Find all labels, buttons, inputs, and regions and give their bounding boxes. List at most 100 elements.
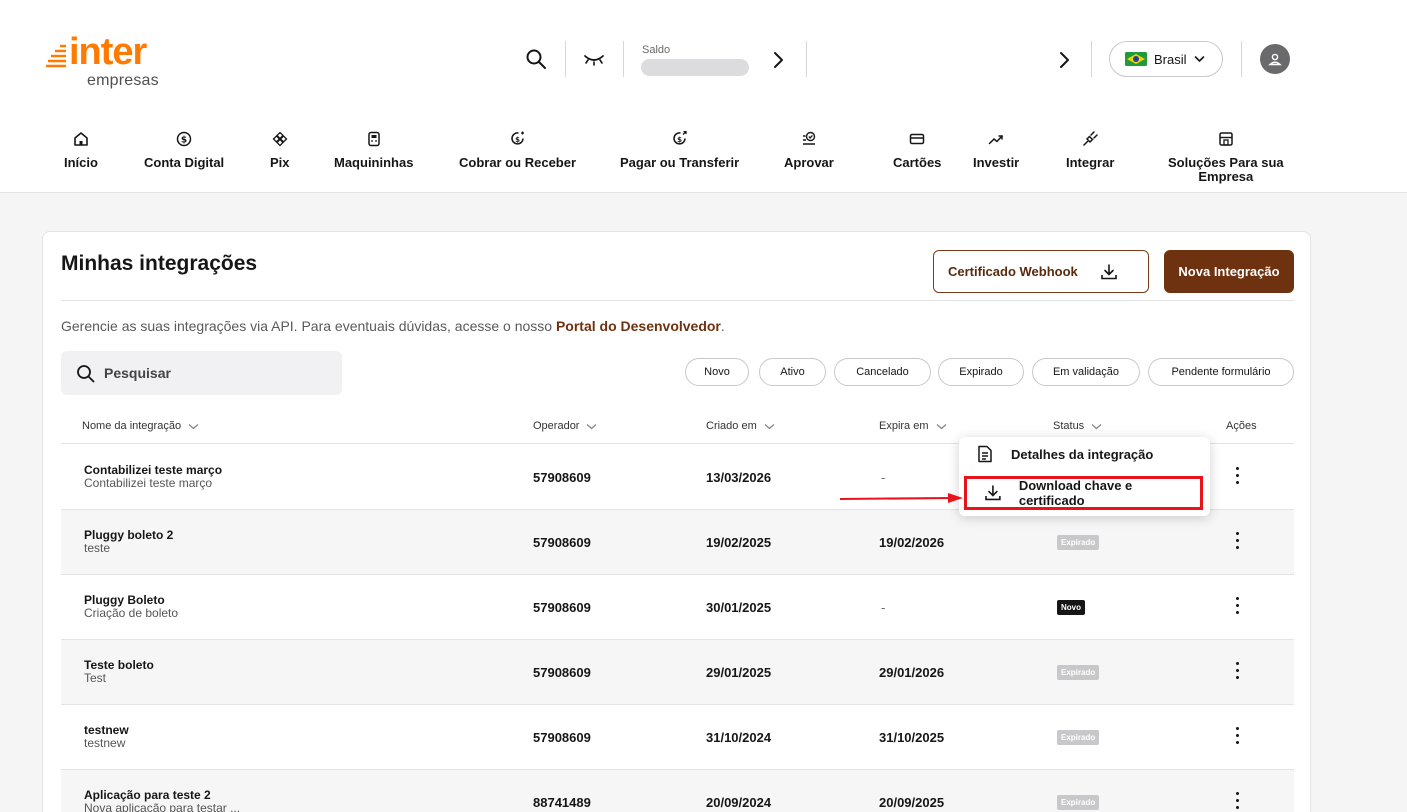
row-actions-kebab-icon[interactable] bbox=[1233, 727, 1241, 747]
row-actions-kebab-icon[interactable] bbox=[1233, 662, 1241, 682]
page-description: Gerencie as suas integrações via API. Pa… bbox=[61, 318, 725, 334]
nav-item-maquininhas[interactable]: Maquininhas bbox=[334, 131, 413, 170]
desc-end: . bbox=[720, 318, 725, 334]
integrations-card: Minhas integrações Certificado Webhook N… bbox=[42, 231, 1311, 812]
page-title: Minhas integrações bbox=[61, 252, 258, 275]
row-operador: 57908609 bbox=[533, 665, 591, 680]
status-badge: Expirado bbox=[1057, 665, 1100, 680]
row-subtitle: Contabilizei teste março bbox=[84, 476, 213, 490]
dollar-circle-icon: $ bbox=[176, 131, 192, 147]
col-operador[interactable]: Operador bbox=[533, 420, 597, 432]
integration-name[interactable]: Teste boleto Test bbox=[84, 659, 154, 685]
table-row: Teste boleto Test 57908609 29/01/2025 29… bbox=[61, 640, 1294, 705]
row-expira: - bbox=[881, 470, 886, 485]
col-expira[interactable]: Expira em bbox=[879, 420, 947, 432]
col-status[interactable]: Status bbox=[1053, 420, 1102, 432]
chevron-right-icon[interactable] bbox=[1057, 51, 1071, 69]
certificado-webhook-button[interactable]: Certificado Webhook bbox=[933, 250, 1149, 293]
row-actions-kebab-icon[interactable] bbox=[1233, 467, 1241, 487]
col-label: Ações bbox=[1226, 420, 1257, 432]
row-operador: 88741489 bbox=[533, 795, 591, 810]
col-acoes: Ações bbox=[1226, 420, 1257, 432]
row-operador: 57908609 bbox=[533, 470, 591, 485]
filter-chip-cancelado[interactable]: Cancelado bbox=[834, 358, 931, 386]
logo-wordmark: inter bbox=[69, 31, 147, 73]
header-divider bbox=[623, 41, 624, 77]
row-expira: 29/01/2026 bbox=[879, 665, 945, 680]
row-actions-kebab-icon[interactable] bbox=[1233, 597, 1241, 617]
avatar[interactable] bbox=[1260, 44, 1290, 74]
nav-label: Início bbox=[64, 155, 98, 170]
filter-chip-em-validacao[interactable]: Em validação bbox=[1032, 358, 1140, 386]
filter-chip-pendente-formulario[interactable]: Pendente formulário bbox=[1148, 358, 1294, 386]
integration-name[interactable]: testnew testnew bbox=[84, 724, 129, 750]
nav-label: Aprovar bbox=[784, 155, 834, 170]
nav-item-conta-digital[interactable]: $ Conta Digital bbox=[144, 131, 224, 170]
chevron-down-icon bbox=[587, 423, 597, 429]
row-actions-kebab-icon[interactable] bbox=[1233, 792, 1241, 812]
status-badge: Novo bbox=[1057, 600, 1085, 615]
row-criado: 29/01/2025 bbox=[706, 665, 772, 680]
nav-item-inicio[interactable]: Início bbox=[64, 131, 98, 170]
nav-item-pagar-transferir[interactable]: $ Pagar ou Transferir bbox=[620, 131, 739, 170]
nav-item-solucoes[interactable]: Soluções Para sua Empresa bbox=[1168, 131, 1284, 184]
brazil-flag-icon bbox=[1125, 52, 1147, 66]
divider bbox=[61, 300, 1294, 301]
search-input[interactable]: Pesquisar bbox=[61, 351, 342, 395]
nova-integracao-button[interactable]: Nova Integração bbox=[1164, 250, 1294, 293]
row-subtitle: Test bbox=[84, 671, 107, 685]
menu-item-download-chave-certificado[interactable]: Download chave e certificado bbox=[964, 476, 1203, 510]
nav-item-pix[interactable]: Pix bbox=[270, 131, 290, 170]
row-expira: 20/09/2025 bbox=[879, 795, 945, 810]
nav-item-cobrar-receber[interactable]: $ Cobrar ou Receber bbox=[459, 131, 576, 170]
filter-chip-expirado[interactable]: Expirado bbox=[938, 358, 1024, 386]
eye-closed-icon[interactable] bbox=[583, 50, 605, 68]
search-placeholder: Pesquisar bbox=[104, 365, 171, 381]
nav-item-aprovar[interactable]: Aprovar bbox=[784, 131, 834, 170]
status-badge: Expirado bbox=[1057, 795, 1100, 810]
integration-name[interactable]: Contabilizei teste março Contabilizei te… bbox=[84, 464, 222, 490]
store-icon bbox=[1219, 132, 1233, 146]
row-expira: 19/02/2026 bbox=[879, 535, 945, 550]
header-divider bbox=[1091, 41, 1092, 77]
nav-item-cartoes[interactable]: Cartões bbox=[893, 131, 941, 170]
search-icon[interactable] bbox=[525, 48, 547, 70]
search-icon bbox=[77, 364, 95, 382]
col-label: Criado em bbox=[706, 420, 757, 432]
nav-label-line2: Empresa bbox=[1198, 169, 1254, 184]
chevron-down-icon bbox=[1091, 423, 1102, 429]
nav-item-integrar[interactable]: Integrar bbox=[1066, 131, 1114, 170]
integration-name[interactable]: Aplicação para teste 2 Nova aplicação pa… bbox=[84, 789, 240, 812]
pix-icon bbox=[272, 131, 288, 147]
top-header: inter empresas Saldo Brasil Início $ Con… bbox=[0, 0, 1407, 193]
menu-item-detalhes[interactable]: Detalhes da integração bbox=[959, 437, 1210, 471]
svg-text:$: $ bbox=[677, 136, 682, 144]
desc-text: Gerencie as suas integrações via API. Pa… bbox=[61, 318, 553, 334]
row-operador: 57908609 bbox=[533, 730, 591, 745]
home-icon bbox=[74, 132, 88, 146]
nav-item-investir[interactable]: Investir bbox=[973, 131, 1019, 170]
row-subtitle: teste bbox=[84, 541, 111, 555]
inter-empresas-logo[interactable]: inter empresas bbox=[45, 32, 195, 98]
row-subtitle: Nova aplicação para testar ... bbox=[84, 801, 241, 812]
filter-chip-ativo[interactable]: Ativo bbox=[759, 358, 826, 386]
country-selector[interactable]: Brasil bbox=[1109, 41, 1223, 77]
col-criado[interactable]: Criado em bbox=[706, 420, 775, 432]
filter-chip-novo[interactable]: Novo bbox=[685, 358, 749, 386]
col-nome[interactable]: Nome da integração bbox=[82, 420, 199, 432]
nav-label: Conta Digital bbox=[144, 155, 225, 170]
col-label: Status bbox=[1053, 420, 1085, 432]
nav-label: Pagar ou Transferir bbox=[620, 155, 740, 170]
nav-label: Soluções Para sua bbox=[1168, 155, 1284, 170]
chevron-right-icon[interactable] bbox=[771, 51, 785, 69]
integration-name[interactable]: Pluggy Boleto Criação de boleto bbox=[84, 594, 178, 620]
row-criado: 20/09/2024 bbox=[706, 795, 772, 810]
integration-name[interactable]: Pluggy boleto 2 teste bbox=[84, 529, 173, 555]
receive-icon: $ bbox=[510, 131, 524, 145]
row-actions-kebab-icon[interactable] bbox=[1233, 532, 1241, 552]
col-label: Operador bbox=[533, 420, 580, 432]
user-icon bbox=[1268, 53, 1282, 66]
plug-icon bbox=[1083, 131, 1098, 146]
row-expira: - bbox=[881, 600, 886, 615]
portal-desenvolvedor-link[interactable]: Portal do Desenvolvedor bbox=[556, 318, 721, 334]
